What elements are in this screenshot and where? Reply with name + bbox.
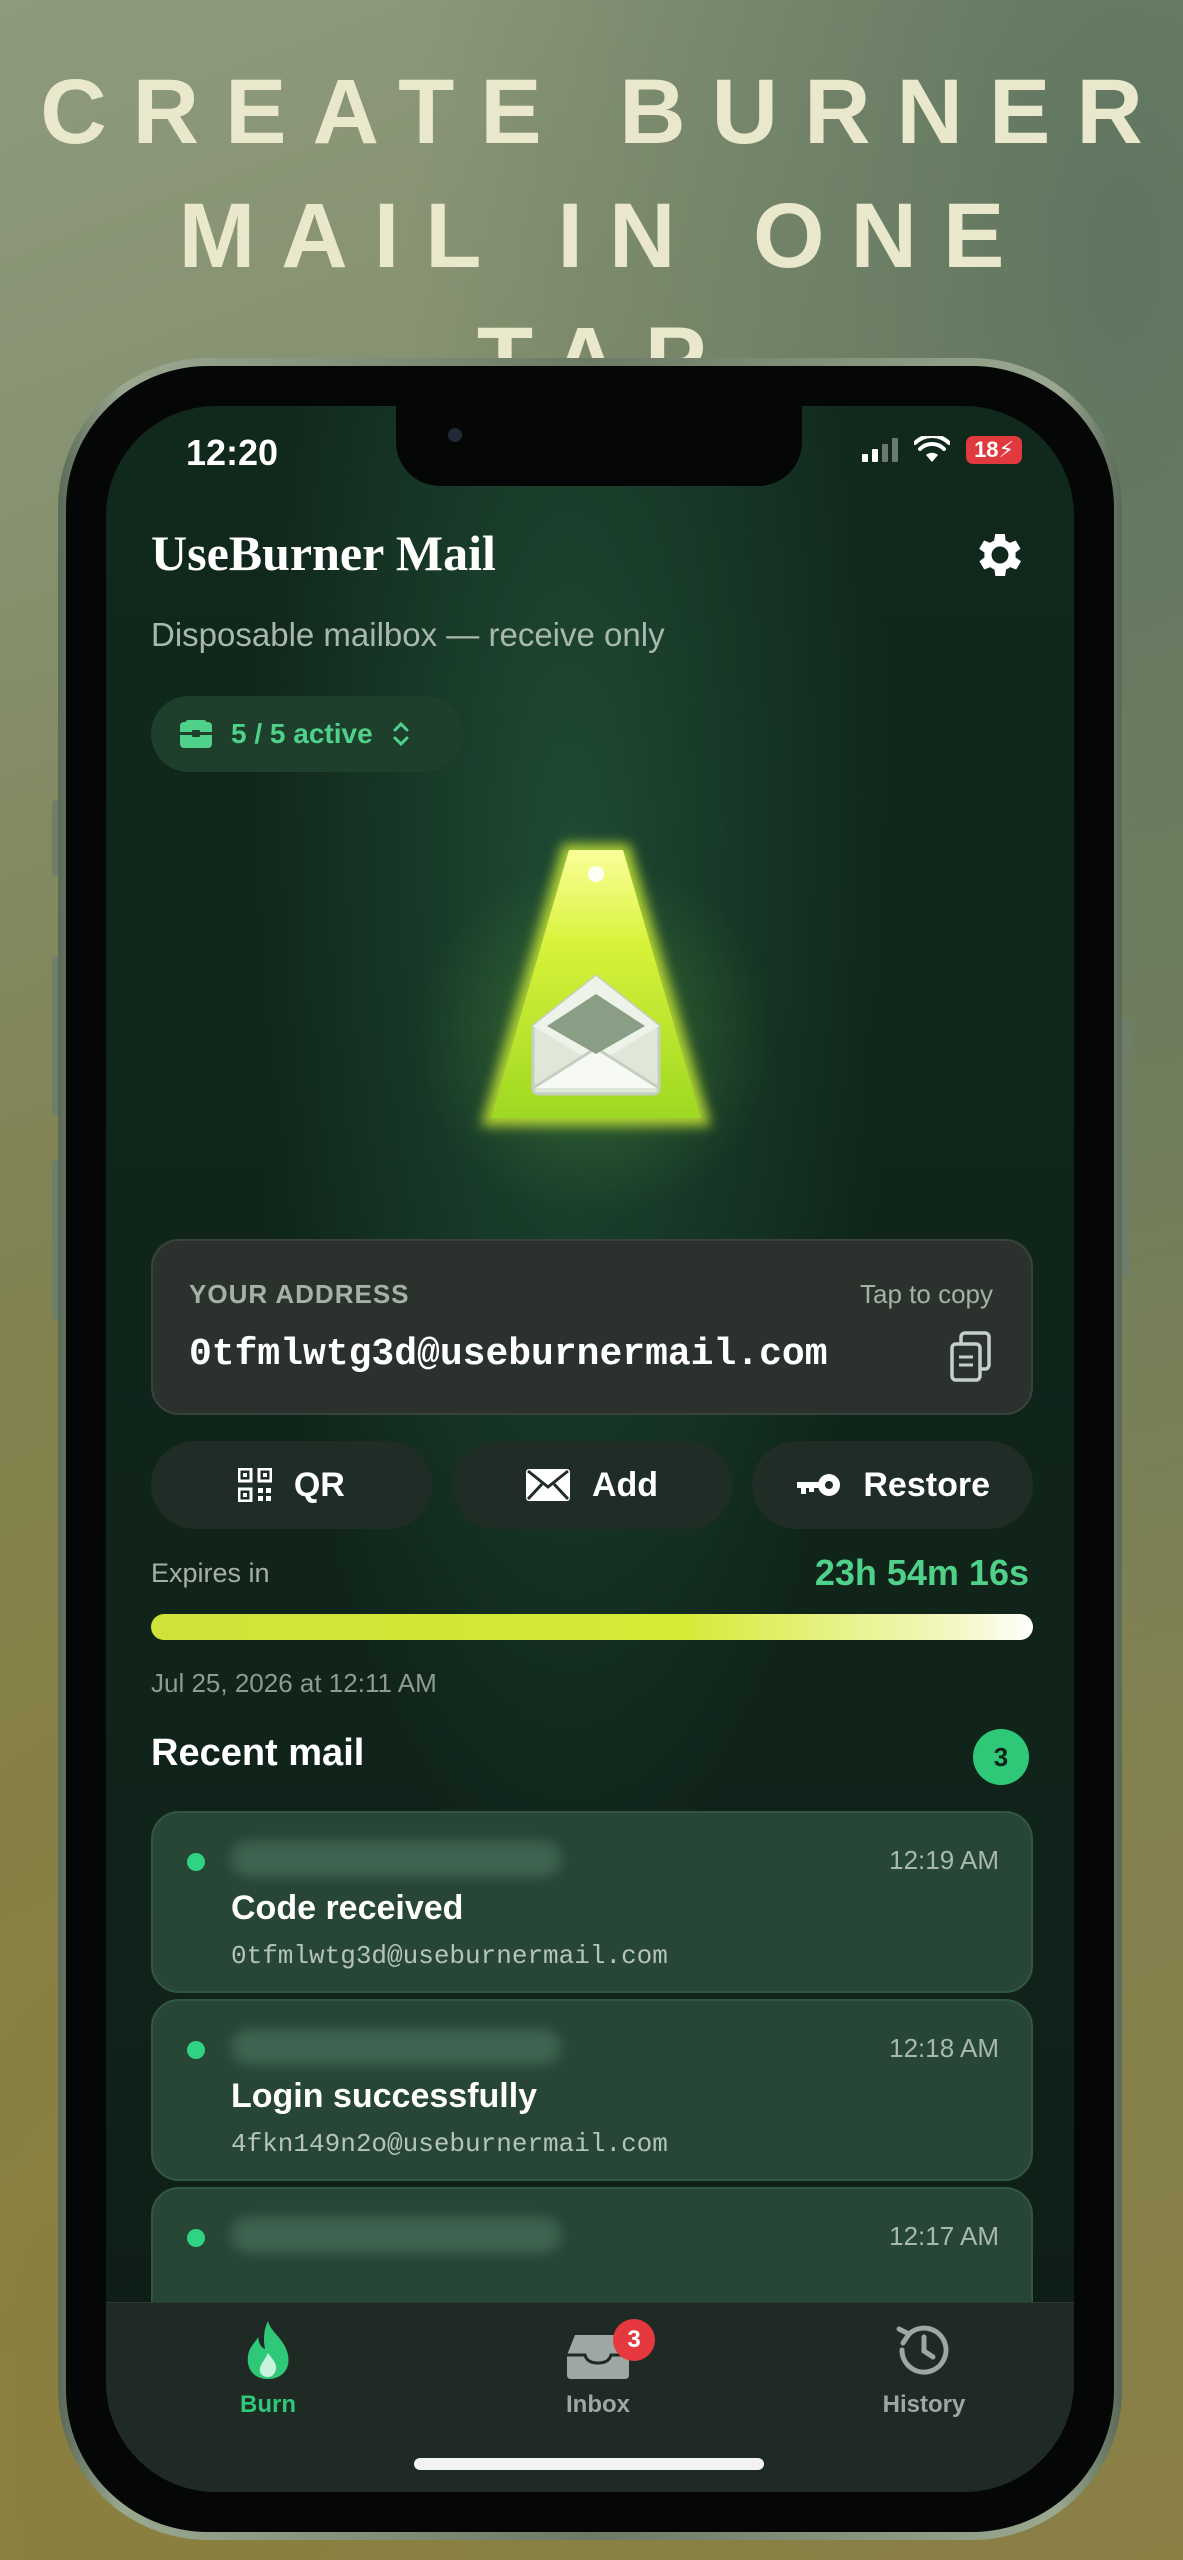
phone-frame: 12:20 18⚡ UseBurner Mail Disposable mail…: [58, 358, 1122, 2540]
tab-inbox[interactable]: 3 Inbox: [518, 2319, 678, 2419]
tab-history[interactable]: History: [844, 2319, 1004, 2419]
restore-button-label: Restore: [863, 1465, 990, 1504]
add-button-label: Add: [591, 1465, 659, 1504]
address-card[interactable]: YOUR ADDRESS Tap to copy 0tfmlwtg3d@useb…: [151, 1239, 1033, 1415]
expiry-progress-fill: [151, 1614, 1033, 1640]
unread-dot: [187, 1853, 205, 1871]
app-title: UseBurner Mail: [151, 525, 496, 581]
chevron-up-down-icon: [393, 721, 409, 747]
unread-dot: [187, 2041, 205, 2059]
blurred-sender: [231, 1841, 561, 1877]
unread-dot: [187, 2229, 205, 2247]
status-icons: 18⚡: [862, 436, 1022, 464]
mailbox-selector[interactable]: 5 / 5 active: [151, 696, 463, 772]
recent-mail-list: 12:19 AM Code received 0tfmlwtg3d@usebur…: [151, 1811, 1033, 2375]
mail-subject: Code received: [231, 1889, 464, 1927]
key-icon: [797, 1474, 841, 1496]
app-screen: 12:20 18⚡ UseBurner Mail Disposable mail…: [106, 406, 1074, 2492]
status-time: 12:20: [186, 432, 279, 473]
add-button[interactable]: Add: [451, 1441, 733, 1529]
mail-time: 12:18 AM: [889, 2033, 999, 2063]
tab-burn[interactable]: Burn: [188, 2319, 348, 2419]
expiry-progress-bar: [151, 1614, 1033, 1640]
tab-inbox-label: Inbox: [566, 2391, 630, 2418]
address-label: YOUR ADDRESS: [189, 1279, 410, 1309]
tab-burn-label: Burn: [240, 2391, 296, 2418]
email-address[interactable]: 0tfmlwtg3d@useburnermail.com: [189, 1333, 828, 1376]
expiry-date: Jul 25, 2026 at 12:11 AM: [151, 1668, 437, 1698]
battery-level: 18: [974, 437, 999, 462]
expires-countdown: 23h 54m 16s: [814, 1552, 1029, 1593]
mail-list-item[interactable]: 12:19 AM Code received 0tfmlwtg3d@usebur…: [151, 1811, 1033, 1993]
home-indicator[interactable]: [414, 2458, 764, 2470]
history-clock-icon: [896, 2325, 949, 2375]
wifi-icon: [914, 436, 951, 462]
action-buttons: QR Add Restore: [151, 1441, 1034, 1529]
app-subtitle: Disposable mailbox — receive only: [151, 616, 665, 653]
settings-gear-icon[interactable]: [971, 526, 1029, 584]
tab-history-label: History: [882, 2391, 966, 2418]
expires-label: Expires in: [151, 1558, 270, 1588]
battery-indicator: 18⚡: [966, 436, 1022, 464]
notch: [396, 406, 802, 486]
mailbox-tray-icon: [180, 720, 212, 748]
tap-to-copy-hint: Tap to copy: [860, 1279, 993, 1309]
qr-button-label: QR: [293, 1465, 345, 1504]
qr-button[interactable]: QR: [151, 1441, 432, 1529]
promo-line-1: CREATE BURNER: [40, 61, 1169, 163]
burning-envelope-icon: [481, 844, 711, 1126]
copy-icon[interactable]: [949, 1331, 993, 1383]
restore-button[interactable]: Restore: [752, 1441, 1034, 1529]
active-count-label: 5 / 5 active: [231, 718, 373, 749]
phone-bezel: 12:20 18⚡ UseBurner Mail Disposable mail…: [66, 366, 1114, 2532]
mail-recipient: 4fkn149n2o@useburnermail.com: [231, 2129, 668, 2159]
mail-subject: Login successfully: [231, 2077, 538, 2115]
mail-time: 12:19 AM: [889, 1845, 999, 1875]
flame-icon: [247, 2321, 289, 2379]
mail-time: 12:17 AM: [889, 2221, 999, 2251]
recent-mail-title: Recent mail: [151, 1732, 365, 1774]
qr-code-icon: [237, 1468, 272, 1502]
envelope-icon: [525, 1469, 570, 1501]
cellular-signal-icon: [862, 438, 899, 462]
front-camera: [448, 428, 462, 442]
power-button: [1122, 1020, 1130, 1276]
mail-list-item[interactable]: 12:18 AM Login successfully 4fkn149n2o@u…: [151, 1999, 1033, 2181]
inbox-unread-badge: 3: [613, 2319, 655, 2361]
mail-recipient: 0tfmlwtg3d@useburnermail.com: [231, 1941, 668, 1971]
recent-mail-count-badge: 3: [973, 1729, 1029, 1785]
blurred-sender: [231, 2029, 561, 2065]
blurred-sender: [231, 2217, 561, 2253]
